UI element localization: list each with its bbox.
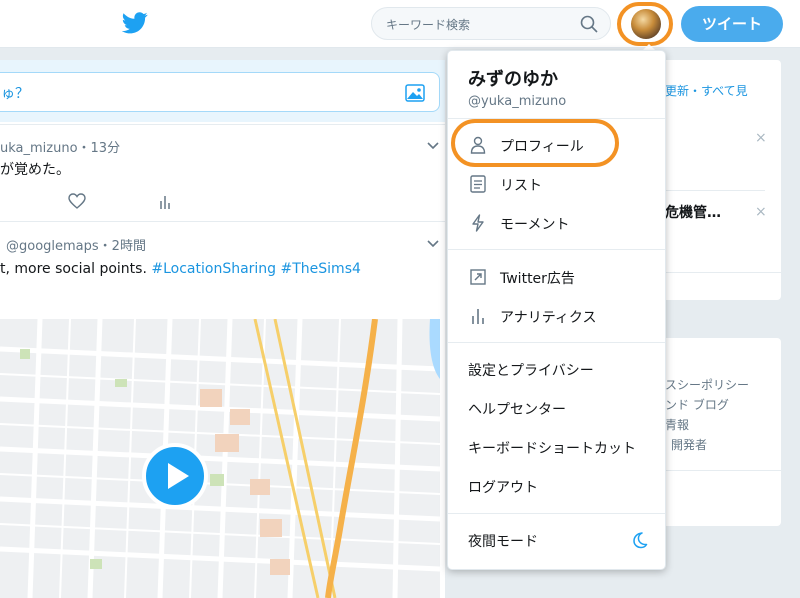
avatar[interactable] [631,9,661,39]
play-icon [168,463,189,489]
hashtag-link[interactable]: #TheSims4 [281,261,361,277]
menu-item-label: ヘルプセンター [468,402,566,418]
close-icon[interactable]: × [755,204,767,220]
footer-link[interactable]: 開発者 [671,436,707,453]
chevron-down-icon[interactable] [426,239,440,249]
compose-prompt: ゅ？ [1,86,29,102]
menu-item-help[interactable]: ヘルプセンター [448,390,665,426]
bar-chart-icon [472,309,484,324]
menu-item-moments[interactable]: モーメント [448,205,665,241]
lightning-icon [472,214,484,232]
list-icon [470,175,486,193]
arrow-box-icon [470,269,486,285]
divider [448,249,665,250]
menu-item-label: キーボードショートカット [468,441,636,457]
divider [665,272,781,273]
menu-item-night-mode[interactable]: 夜間モード [448,522,665,558]
menu-item-label: モーメント [500,217,570,233]
footer-link[interactable]: スシーポリシー [665,376,749,393]
account-handle[interactable]: @yuka_mizuno [468,94,566,109]
tweet-meta: @googlemaps・2時間 [6,239,146,254]
menu-item-twitter-ads[interactable]: Twitter広告 [448,259,665,295]
menu-item-label: 夜間モード [468,534,538,550]
tweet-meta: uka_mizuno・13分 [0,141,121,156]
menu-item-settings[interactable]: 設定とプライバシー [448,351,665,387]
divider [665,190,765,191]
refresh-link[interactable]: 更新・すべて見 [665,82,748,99]
heart-icon[interactable] [68,193,86,209]
tweet-item[interactable]: uka_mizuno・13分 が覚めた。 [0,124,445,222]
menu-item-label: アナリティクス [500,310,597,326]
hashtag-link[interactable]: #LocationSharing [151,261,276,277]
divider [448,342,665,343]
account-display-name[interactable]: みずのゆか [468,65,558,91]
profile-highlight-ring [451,119,619,167]
map-video-thumbnail[interactable] [0,319,440,598]
menu-item-logout[interactable]: ログアウト [448,468,665,504]
menu-item-label: リスト [500,178,542,194]
search-icon[interactable] [580,15,598,33]
menu-item-label: Twitter広告 [500,271,575,287]
tweet-item[interactable]: @googlemaps・2時間 t, more social points. #… [0,223,445,598]
twitter-bird-icon[interactable] [122,12,148,34]
compose-area: ゅ？ [0,60,445,122]
tweet-text: が覚めた。 [0,162,70,178]
tweet-text: t, more social points. #LocationSharing … [0,261,361,277]
image-icon[interactable] [405,84,425,102]
menu-item-shortcuts[interactable]: キーボードショートカット [448,429,665,465]
menu-item-label: ログアウト [468,480,538,496]
divider [448,513,665,514]
top-nav-bar: キーワード検索 ツイート [0,0,800,48]
menu-item-label: 設定とプライバシー [468,363,594,379]
search-box[interactable]: キーワード検索 [371,7,611,40]
search-placeholder: キーワード検索 [386,18,471,32]
menu-item-analytics[interactable]: アナリティクス [448,298,665,334]
timeline: ゅ？ uka_mizuno・13分 が覚めた。 @googlemaps・2時間 [0,60,445,598]
avatar-highlight-ring [617,2,673,46]
chevron-down-icon[interactable] [426,141,440,151]
tweet-text-plain: t, more social points. [0,261,147,277]
compose-tweet-box[interactable]: ゅ？ [0,72,440,112]
moon-icon[interactable] [630,531,648,549]
play-button[interactable] [142,443,208,509]
analytics-icon[interactable] [158,195,172,209]
trend-title[interactable]: 危機管… [665,202,721,222]
divider [665,470,781,471]
footer-link[interactable]: ンド ブログ [665,396,729,413]
menu-item-lists[interactable]: リスト [448,166,665,202]
map-graphic [0,319,440,598]
footer-link[interactable]: 青報 [665,416,689,433]
tweet-button[interactable]: ツイート [681,6,783,42]
close-icon[interactable]: × [755,130,767,146]
